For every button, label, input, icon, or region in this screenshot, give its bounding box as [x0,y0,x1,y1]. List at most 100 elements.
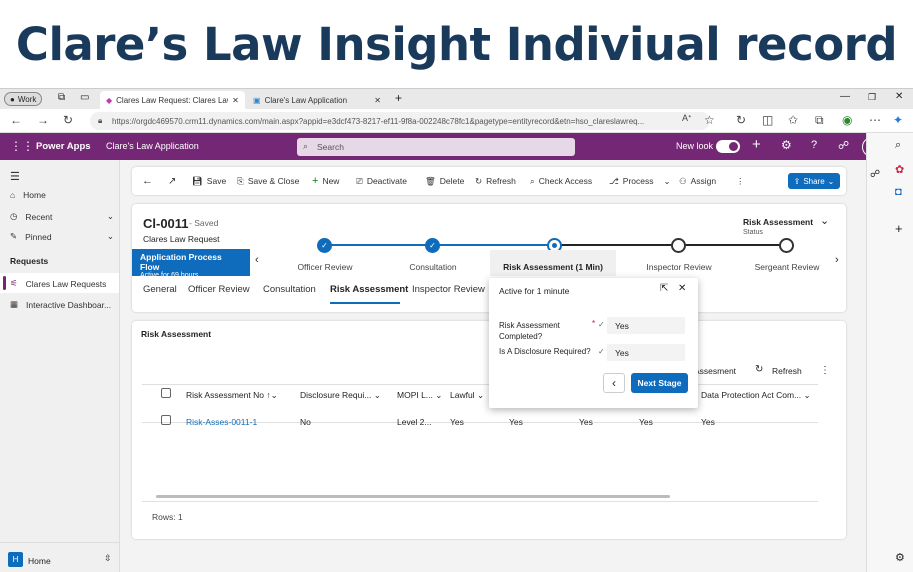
next-stage-button[interactable]: Next Stage [631,373,688,393]
more-icon[interactable]: ⋯ [869,113,881,127]
stage-inspector-review[interactable]: Inspector Review [624,262,734,272]
add-icon[interactable]: + [752,136,761,153]
sidebar-app-icon[interactable]: ✿ [895,163,904,176]
column-label: MOPI L... [397,390,433,400]
restore-icon[interactable]: ❐ [868,92,876,103]
nav-clares-law-requests[interactable]: ⚟ Clares Law Requests [10,278,106,289]
search-box[interactable]: ⌕ Search [297,138,575,156]
tab-consultation[interactable]: Consultation [263,284,316,295]
chevron-down-icon[interactable]: ⌄ [820,214,829,227]
workspaces-icon[interactable]: ⧉ [58,92,65,103]
previous-stage-button[interactable]: ‹ [603,373,625,393]
new-look-toggle[interactable] [716,140,740,153]
stage-sergeant-review[interactable]: Sergeant Review [732,262,842,272]
extension-icon[interactable]: ◉ [842,113,852,127]
tab-officer-review[interactable]: Officer Review [188,284,250,295]
row-checkbox[interactable] [161,415,171,425]
copilot-app-icon[interactable]: ☍ [838,139,849,152]
select-all-checkbox[interactable] [161,388,171,398]
tab-inspector-review[interactable]: Inspector Review [412,284,485,295]
tab-risk-assessment[interactable]: Risk Assessment [330,284,408,295]
nav-home[interactable]: ⌂ Home [10,190,46,200]
area-switcher[interactable]: Home [28,556,51,566]
copilot-pane-icon[interactable]: ☍ [870,169,880,180]
column-disclosure[interactable]: Disclosure Requi... ⌄ [300,390,381,401]
help-icon[interactable]: ? [811,139,817,151]
tab-general[interactable]: General [143,284,177,295]
close-icon[interactable]: ✕ [678,283,686,294]
sidebar-settings-icon[interactable]: ⚙ [895,551,905,564]
stage-officer-review[interactable]: Officer Review [270,262,380,272]
updown-icon[interactable]: ⇳ [104,553,112,564]
app-name[interactable]: Power Apps [36,141,91,152]
nav-pinned[interactable]: ✎ Pinned ⌄ [10,231,114,242]
back-icon[interactable]: ← [10,113,22,127]
column-data-protection[interactable]: Data Protection Act Com... ⌄ [701,390,811,401]
refresh-page-icon[interactable]: ↻ [736,113,746,127]
check-access-button[interactable]: ⌕ Check Access [530,167,592,195]
settings-icon[interactable]: ⚙ [781,138,792,152]
app-launcher-icon[interactable]: ⋮⋮ [10,139,34,153]
hamburger-icon[interactable]: ☰ [10,170,20,183]
column-mopi[interactable]: MOPI L... ⌄ [397,390,442,401]
deactivate-button[interactable]: ⎚ Deactivate [356,167,407,195]
minimize-icon[interactable]: — [840,91,850,102]
close-icon[interactable]: ✕ [374,96,381,105]
share-button[interactable]: ⇪ Share ⌄ [788,173,840,189]
horizontal-scrollbar[interactable] [156,495,670,498]
share-icon: ⇪ [793,176,801,186]
more-icon[interactable]: ⋮ [820,365,830,376]
back-icon[interactable]: ← [142,167,153,195]
sidebar-search-icon[interactable]: ⌕ [895,139,901,152]
chevron-left-icon[interactable]: ‹ [255,254,259,266]
disclosure-required-field[interactable]: Yes [607,344,685,361]
sidebar-add-icon[interactable]: + [895,221,903,236]
more-commands-icon[interactable]: ⋮ [736,167,745,195]
read-aloud-icon[interactable]: Aᐩ [682,113,692,124]
new-tab-icon[interactable]: + [395,91,402,105]
stage-risk-assessment[interactable]: Risk Assessment (1 Min) [490,262,616,272]
close-window-icon[interactable]: ✕ [895,91,903,102]
browser-tab[interactable]: ▣ Clare's Law Application ✕ [247,91,387,109]
new-assessment-button[interactable]: Assesment [694,366,736,376]
app-title[interactable]: Clare's Law Application [106,141,199,151]
column-risk-assessment-no[interactable]: Risk Assessment No ↑⌄ [186,390,278,401]
assign-button[interactable]: ⚇ Assign [679,167,716,195]
url-text: https://orgdc469570.crm11.dynamics.com/m… [112,116,645,126]
grid-refresh-button[interactable]: Refresh [772,366,802,376]
stage-consultation[interactable]: Consultation [378,262,488,272]
collections-icon[interactable]: ⧉ [815,113,824,128]
tab-actions-icon[interactable]: ▭ [80,92,89,103]
favorites-icon[interactable]: ✩ [788,113,798,127]
save-close-button[interactable]: ⎘ Save & Close [237,167,299,195]
favorite-icon[interactable]: ☆ [704,113,715,127]
nav-recent[interactable]: ◷ Recent ⌄ [10,211,114,222]
dock-icon[interactable]: ⇱ [660,283,668,294]
profile-button[interactable]: ● Work [4,92,43,106]
risk-completed-field[interactable]: Yes [607,317,685,334]
new-button[interactable]: + New [312,167,339,195]
record-link[interactable]: Risk-Asses-0011-1 [186,417,257,427]
process-flow-label[interactable]: Application Process Flow Active for 69 h… [132,249,250,279]
browser-tab-active[interactable]: ◆Clares Law Request: Clares Law R ✕ [100,91,245,109]
split-screen-icon[interactable]: ◫ [762,113,773,127]
nav-dashboards[interactable]: ▦ Interactive Dashboar... [10,299,111,310]
url-field[interactable]: 🔒︎ https://orgdc469570.crm11.dynamics.com… [90,112,710,130]
process-button[interactable]: ⎇ Process ⌄ [609,167,671,195]
outlook-icon[interactable]: ◘ [895,186,902,198]
chevron-right-icon[interactable]: › [835,254,839,266]
close-icon[interactable]: ✕ [232,96,239,105]
save-button[interactable]: 💾︎ Save [192,167,226,195]
popout-icon[interactable]: ↗ [168,167,176,195]
stage-pending-icon[interactable] [779,238,794,253]
reload-icon[interactable]: ↻ [63,113,73,127]
refresh-button[interactable]: ↻ Refresh [475,167,516,195]
forward-icon[interactable]: → [37,113,49,127]
stage-complete-icon[interactable]: ✓ [317,238,332,253]
delete-button[interactable]: 🗑︎ Delete [425,167,464,195]
refresh-icon[interactable]: ↻ [755,364,763,375]
stage-pending-icon[interactable] [671,238,686,253]
stage-complete-icon[interactable]: ✓ [425,238,440,253]
copilot-icon[interactable]: ✦ [893,113,903,127]
column-lawful[interactable]: Lawful ⌄ [450,390,484,401]
